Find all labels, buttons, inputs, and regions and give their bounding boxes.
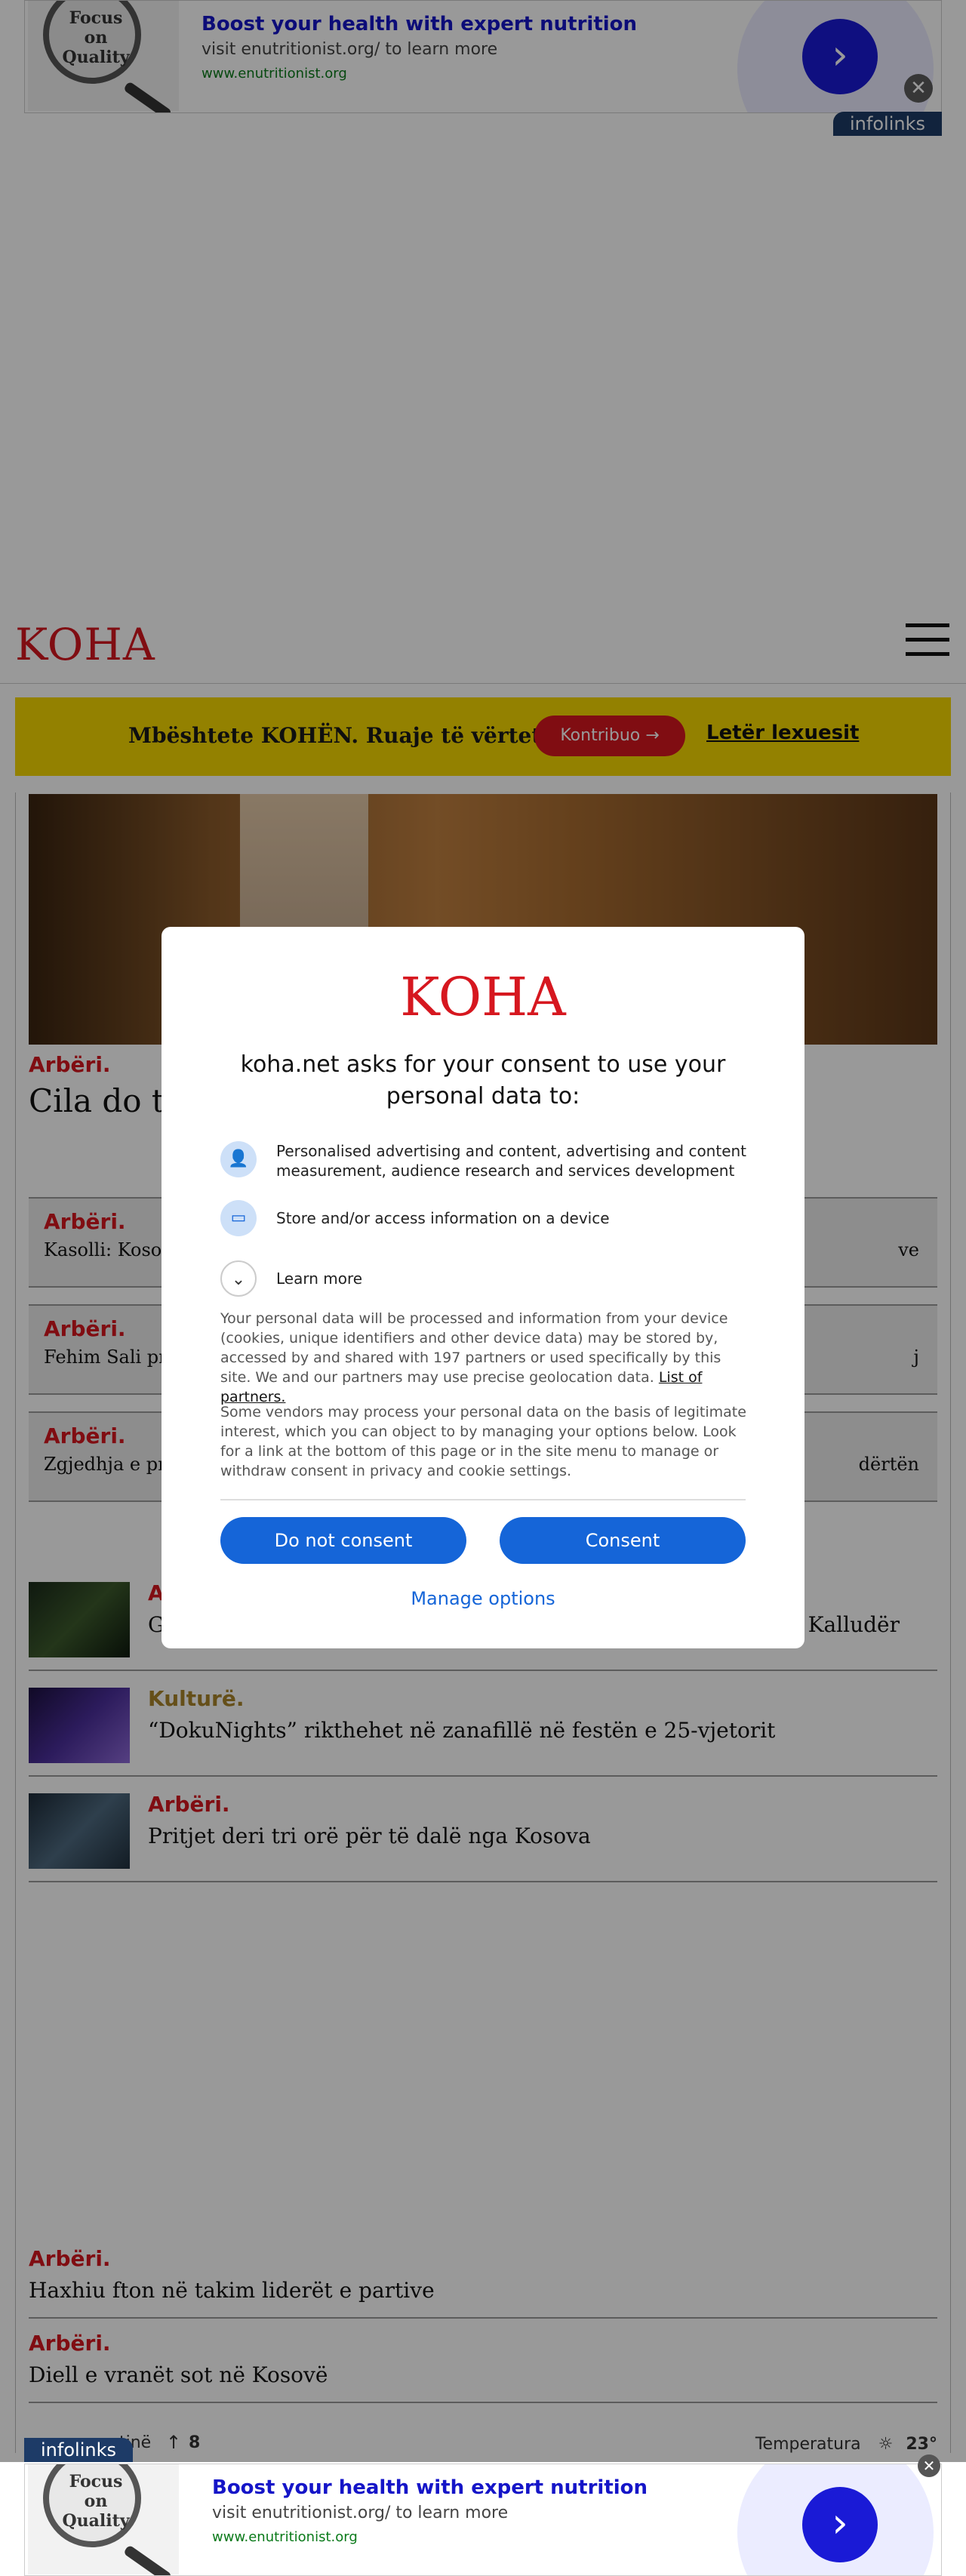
ad-image: Focus on Quality (28, 2464, 179, 2575)
close-icon[interactable]: ✕ (918, 2454, 940, 2477)
consent-paragraph: Your personal data will be processed and… (220, 1309, 749, 1407)
ad-image-text: Focus on Quality (62, 2472, 130, 2531)
ad-title[interactable]: Boost your health with expert nutrition (212, 2476, 648, 2499)
ad-url[interactable]: www.enutritionist.org (212, 2529, 358, 2545)
consent-overlay: KOHA koha.net asks for your consent to u… (0, 0, 966, 2576)
consent-logo: KOHA (400, 966, 566, 1028)
consent-heading: koha.net asks for your consent to use yo… (240, 1051, 726, 1109)
consent-button[interactable]: Consent (500, 1517, 746, 1564)
bottom-ad-banner[interactable]: Focus on Quality Boost your health with … (0, 2454, 966, 2576)
infolinks-badge[interactable]: infolinks (24, 2438, 133, 2462)
consent-paragraph-2: Some vendors may process your personal d… (220, 1404, 746, 1479)
consent-paragraph-text: Your personal data will be processed and… (220, 1310, 728, 1386)
devices-icon: ▭ (220, 1200, 257, 1236)
learn-more-label[interactable]: Learn more (276, 1269, 752, 1288)
manage-options-link[interactable]: Manage options (162, 1588, 804, 1609)
chevron-right-icon[interactable]: › (802, 2487, 878, 2562)
do-not-consent-button[interactable]: Do not consent (220, 1517, 466, 1564)
purpose-label: Personalised advertising and content, ad… (276, 1142, 747, 1180)
consent-dialog: KOHA koha.net asks for your consent to u… (162, 927, 804, 1648)
ad-box[interactable]: Focus on Quality Boost your health with … (24, 2464, 942, 2576)
purpose-label: Store and/or access information on a dev… (276, 1209, 610, 1227)
chevron-down-icon[interactable]: ⌄ (220, 1260, 257, 1297)
ad-subtitle: visit enutritionist.org/ to learn more (212, 2504, 509, 2522)
person-icon: 👤 (220, 1141, 257, 1177)
